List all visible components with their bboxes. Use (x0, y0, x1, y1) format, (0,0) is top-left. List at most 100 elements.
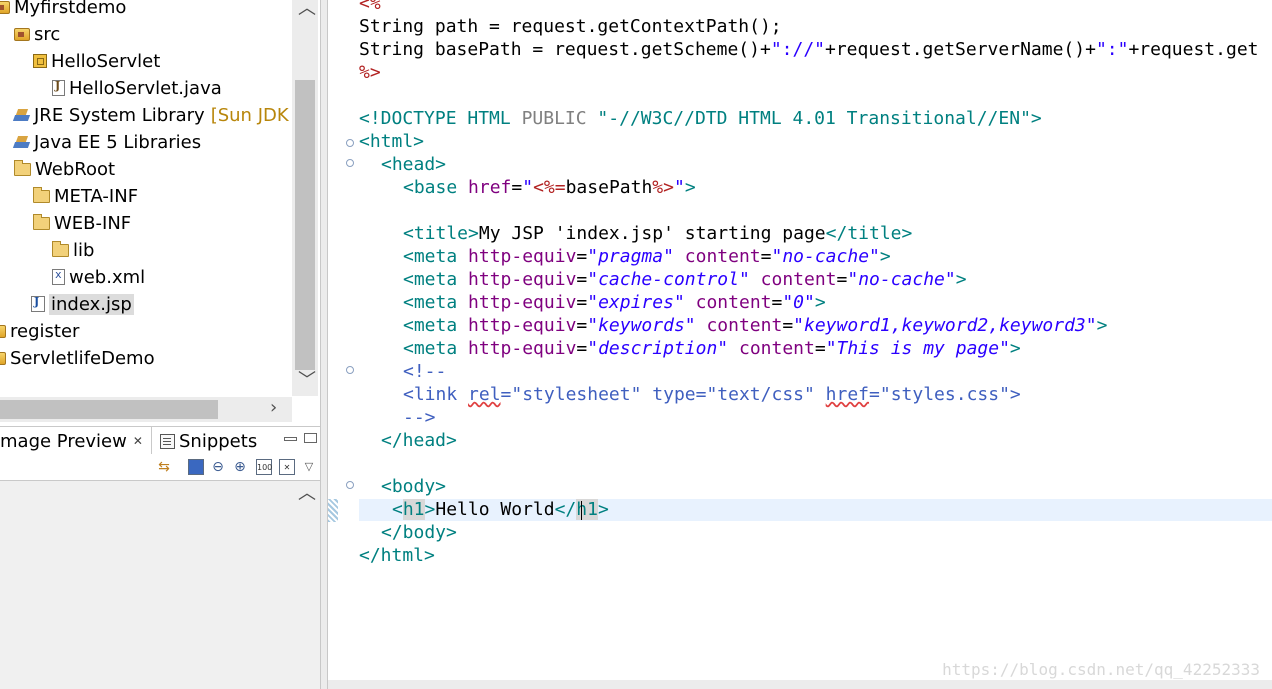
tree-item-jre-library[interactable]: JRE System Library [Sun JDK 1 (14, 102, 306, 128)
jsp-editor[interactable]: <% String path = request.getContextPath(… (328, 0, 1272, 689)
directive-token: <%= (533, 177, 566, 198)
fit-window-icon[interactable]: ✕ (279, 459, 295, 475)
tab-snippets[interactable]: Snippets (160, 427, 257, 455)
comment-token: <!-- (403, 361, 447, 382)
explorer-vertical-scrollbar[interactable]: ︿ ﹀ (292, 0, 318, 396)
image-preview-toolbar: ⇆ ⊖ ⊕ 100 ✕ ▽ (0, 454, 320, 481)
comment-token: ="stylesheet" (500, 384, 653, 405)
code-text: = (771, 292, 783, 313)
tree-item-label: register (10, 320, 80, 342)
tree-item-servletlifedemo[interactable]: ServletlifeDemo (0, 345, 155, 371)
package-explorer: Myfirstdemo src HelloServlet HelloServle… (0, 0, 320, 422)
zoom-in-icon[interactable]: ⊕ (232, 459, 248, 475)
matching-tag-highlight: h1 (402, 499, 425, 520)
watermark: https://blog.csdn.net/qq_42252333 (942, 660, 1260, 679)
code-line: <body> (381, 475, 446, 498)
library-icon (14, 109, 30, 122)
code-line: --> (403, 406, 436, 429)
keyword-token: PUBLIC (521, 108, 587, 129)
tree-item-web-xml[interactable]: web.xml (52, 264, 145, 290)
code-text: Hello World (435, 499, 555, 520)
code-text: = (576, 246, 588, 267)
minimize-icon[interactable] (284, 437, 297, 441)
code-text: = (782, 315, 794, 336)
tree-item-label: HelloServlet (51, 50, 161, 72)
link-with-editor-icon[interactable]: ⇆ (156, 459, 172, 475)
snippets-icon (160, 433, 175, 449)
scrollbar-thumb[interactable] (0, 400, 218, 419)
code-text: = (576, 338, 588, 359)
tag-token: "-//W3C//DTD HTML 4.01 Transitional//EN"… (586, 108, 1042, 129)
zoom-out-icon[interactable]: ⊖ (210, 459, 226, 475)
tree-item-label: WEB-INF (54, 212, 132, 234)
code-text: = (814, 338, 826, 359)
project-icon (0, 324, 6, 338)
maximize-icon[interactable] (304, 433, 317, 443)
scroll-up-icon[interactable]: ︿ (298, 485, 316, 503)
string-token: "keywords" (587, 315, 696, 336)
string-token: "no-cache" (771, 246, 880, 267)
tree-item-register[interactable]: register (0, 318, 79, 344)
tree-item-helloservlet-package[interactable]: HelloServlet (33, 48, 160, 74)
editor-bottom-border (328, 680, 1272, 689)
tag-token: <meta (403, 338, 469, 359)
tree-item-webroot[interactable]: WebRoot (14, 156, 115, 182)
tag-token: > (684, 177, 696, 198)
code-text: basePath (565, 177, 653, 198)
tag-token: </title> (825, 223, 913, 244)
fold-toggle-icon[interactable] (346, 366, 354, 374)
code-line: <link rel="stylesheet" type="text/css" h… (403, 383, 1021, 406)
scrollbar-thumb[interactable] (295, 80, 315, 370)
java-file-icon (52, 79, 65, 96)
fold-toggle-icon[interactable] (346, 139, 354, 147)
code-line: <title>My JSP 'index.jsp' starting page<… (403, 222, 912, 245)
code-text: +request.get (1128, 39, 1259, 60)
tree-item-web-inf[interactable]: WEB-INF (33, 210, 131, 236)
tag-token: </body> (381, 522, 457, 543)
attribute-token: content (695, 315, 783, 336)
tree-item-label: META-INF (54, 185, 139, 207)
comment-token: <link (403, 384, 469, 405)
tag-token: </ (554, 499, 577, 520)
tree-item-helloservlet-java[interactable]: HelloServlet.java (52, 75, 222, 101)
view-menu-icon[interactable]: ▽ (301, 459, 317, 475)
tab-image-preview[interactable]: mage Preview ✕ (0, 427, 152, 455)
code-line: String basePath = request.getScheme()+":… (359, 38, 1259, 61)
tag-token: <base (403, 177, 469, 198)
tag-token: > (814, 292, 826, 313)
fold-toggle-icon[interactable] (346, 481, 354, 489)
code-line: String path = request.getContextPath(); (359, 15, 782, 38)
tree-item-javaee-libraries[interactable]: Java EE 5 Libraries (14, 129, 201, 155)
scroll-right-icon[interactable]: › (270, 399, 277, 417)
tree-item-meta-inf[interactable]: META-INF (33, 183, 138, 209)
code-line: %> (359, 61, 381, 84)
fit-image-icon[interactable] (188, 459, 204, 475)
actual-size-icon[interactable]: 100 (256, 459, 272, 475)
fold-toggle-icon[interactable] (346, 159, 354, 167)
tree-item-label: web.xml (69, 266, 146, 288)
tree-item-myfirstdemo[interactable]: Myfirstdemo (0, 0, 126, 20)
pane-divider[interactable] (320, 0, 328, 689)
attribute-token: content (728, 338, 815, 359)
package-icon (33, 54, 47, 68)
tag-token: </head> (381, 430, 457, 451)
tree-item-index-jsp[interactable]: index.jsp (31, 291, 134, 317)
attribute-token: href (468, 177, 512, 198)
folder-open-icon (14, 159, 31, 176)
tree-item-lib[interactable]: lib (52, 237, 94, 263)
scroll-up-icon[interactable]: ︿ (298, 0, 316, 18)
preview-vertical-scrollbar[interactable]: ︿ (292, 481, 320, 689)
code-line: <!DOCTYPE HTML PUBLIC "-//W3C//DTD HTML … (359, 107, 1042, 130)
close-icon[interactable]: ✕ (133, 434, 143, 448)
tree-item-label: index.jsp (49, 293, 134, 315)
image-preview-view-header: mage Preview ✕ Snippets (0, 426, 320, 455)
tree-item-src[interactable]: src (14, 21, 60, 47)
xml-file-icon (52, 268, 65, 285)
code-area[interactable]: <% String path = request.getContextPath(… (359, 0, 1272, 689)
string-token: "no-cache" (847, 269, 956, 290)
string-token: "0" (782, 292, 815, 313)
explorer-horizontal-scrollbar[interactable]: › (0, 397, 292, 422)
scroll-down-icon[interactable]: ﹀ (298, 372, 316, 390)
jsp-file-icon (31, 295, 45, 312)
attribute-token: content (749, 269, 837, 290)
